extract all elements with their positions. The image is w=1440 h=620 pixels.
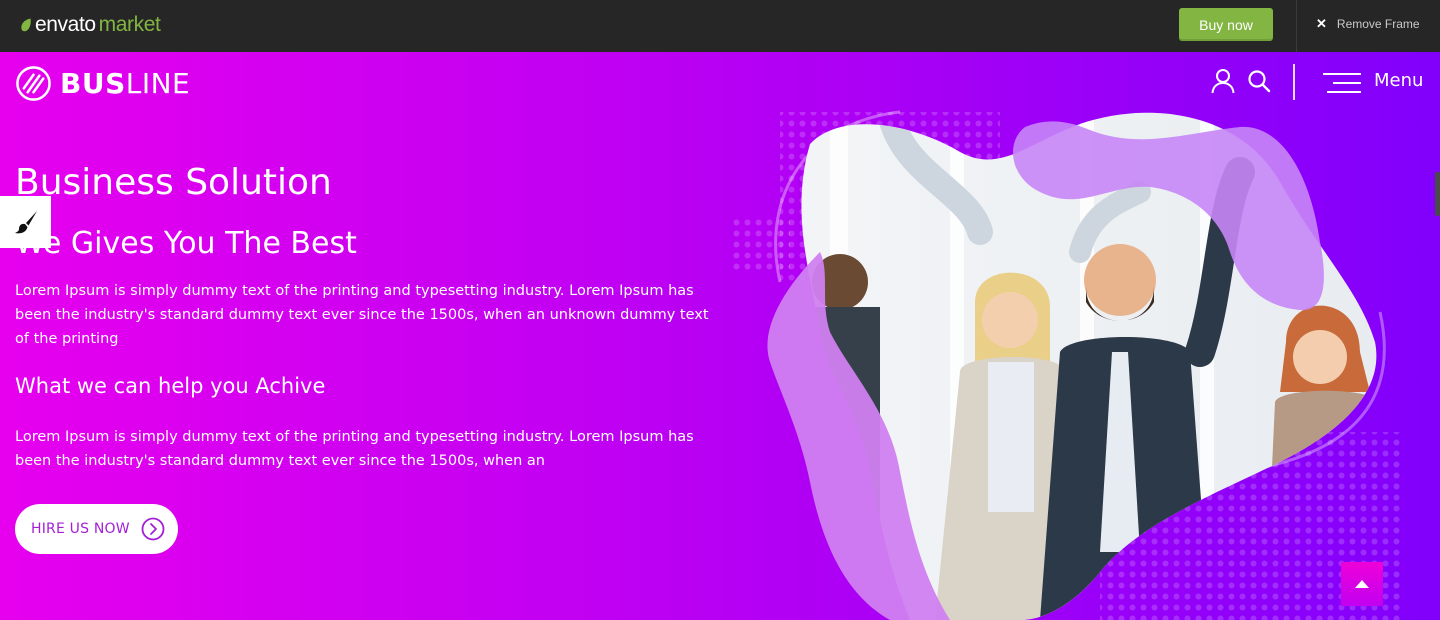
hero-paragraph: Lorem Ipsum is simply dummy text of the … bbox=[15, 283, 709, 347]
hero-subtitle: We Gives You The Best bbox=[15, 226, 357, 261]
envato-logo-text: envato bbox=[35, 13, 96, 36]
brand-name-bold: BUS bbox=[60, 66, 126, 100]
envato-leaf-icon bbox=[21, 18, 31, 32]
brand-name: BUSLINE bbox=[60, 67, 190, 100]
scrollbar-thumb[interactable] bbox=[1435, 172, 1440, 216]
hero-title: Business Solution bbox=[15, 162, 332, 203]
section-paragraph: Lorem Ipsum is simply dummy text of the … bbox=[15, 429, 694, 469]
close-icon: ✕ bbox=[1316, 16, 1327, 31]
section-heading: What we can help you Achive bbox=[15, 374, 326, 398]
paintbrush-icon bbox=[14, 211, 37, 234]
hire-us-button[interactable]: HIRE US NOW bbox=[15, 504, 178, 554]
chevron-right-circle-icon bbox=[141, 517, 165, 541]
scroll-to-top-button[interactable] bbox=[1341, 562, 1383, 606]
envato-market-logo[interactable]: envato market bbox=[20, 12, 161, 38]
hire-us-label: HIRE US NOW bbox=[31, 521, 130, 537]
buy-now-button[interactable]: Buy now bbox=[1179, 8, 1273, 41]
brand-mark-icon bbox=[16, 65, 51, 101]
envato-top-bar: envato market Buy now ✕ Remove Frame bbox=[0, 0, 1440, 52]
brand-logo[interactable]: BUSLINE bbox=[15, 64, 190, 102]
style-switcher-tab[interactable] bbox=[0, 196, 51, 248]
brand-name-light: LINE bbox=[125, 66, 191, 100]
caret-up-icon bbox=[1355, 580, 1369, 588]
market-logo-text: market bbox=[98, 13, 161, 36]
remove-frame-label: Remove Frame bbox=[1336, 17, 1420, 31]
hero-section: BUSLINE Menu Business Solution We Gives … bbox=[0, 52, 1440, 620]
hero-illustration bbox=[730, 110, 1400, 620]
dot-pattern-left bbox=[730, 217, 790, 272]
frame-divider bbox=[1296, 0, 1297, 52]
remove-frame-link[interactable]: ✕ Remove Frame bbox=[1316, 14, 1420, 34]
